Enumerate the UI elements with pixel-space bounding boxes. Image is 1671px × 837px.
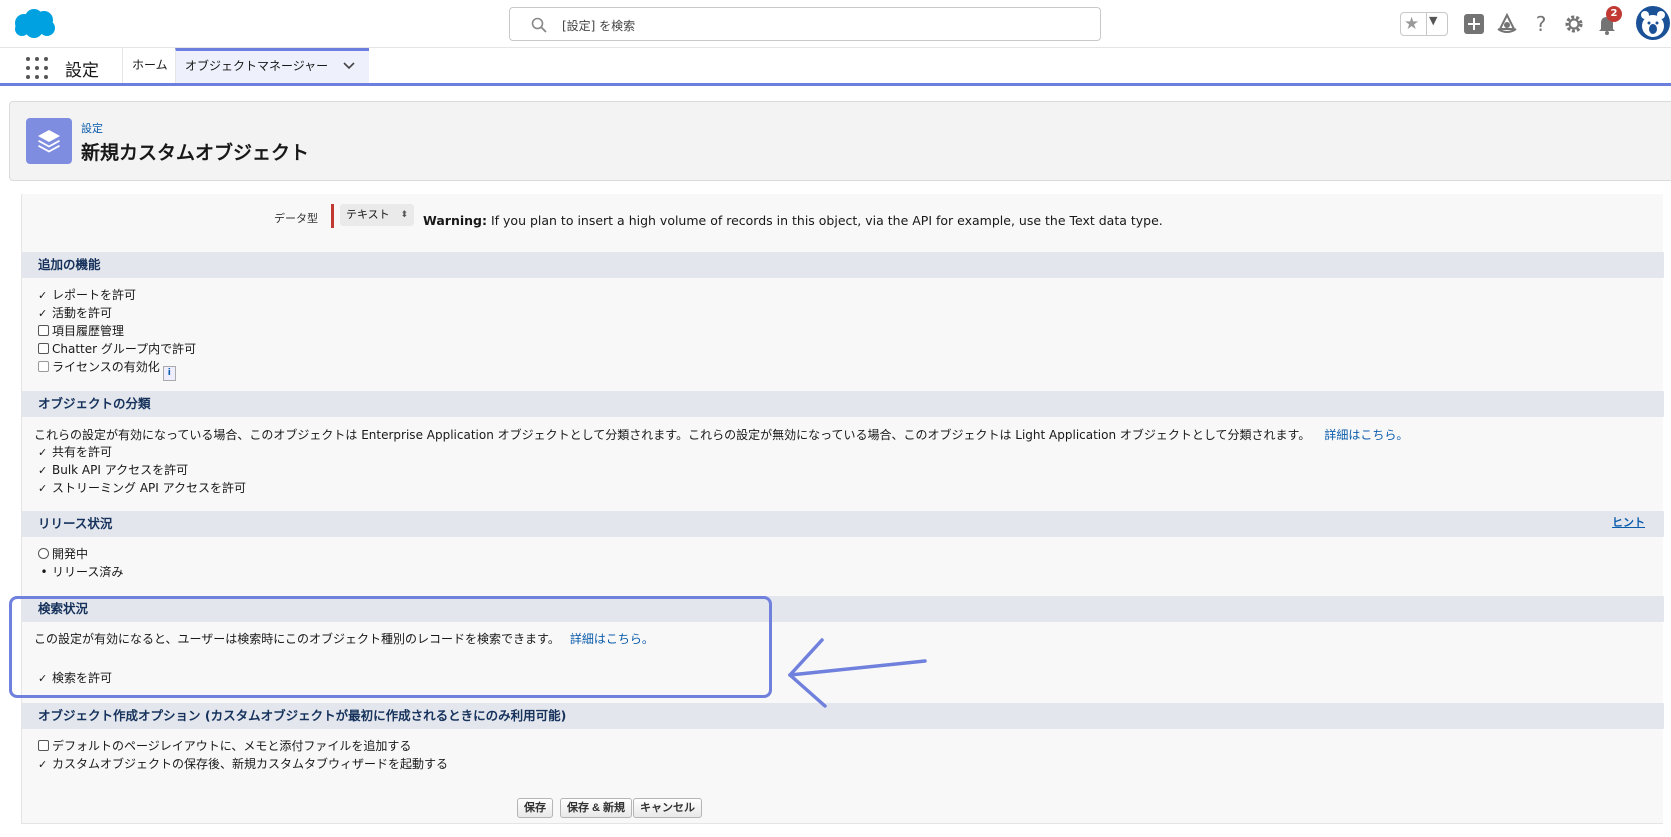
save-and-new-button[interactable]: 保存 & 新規 bbox=[560, 798, 633, 818]
datatype-warning: Warning: If you plan to insert a high vo… bbox=[423, 213, 1163, 228]
form-content: データ型 テキスト ⬍ Warning: If you plan to inse… bbox=[21, 194, 1664, 824]
checkbox-icon bbox=[38, 343, 49, 354]
favorites-button[interactable]: ★ ▼ bbox=[1400, 12, 1448, 36]
checkbox-icon bbox=[38, 361, 49, 372]
cancel-button[interactable]: キャンセル bbox=[633, 798, 702, 818]
checkbox-allow-activities[interactable]: ✓ 活動を許可 bbox=[38, 304, 112, 321]
checkbox-label: カスタムオブジェクトの保存後、新規カスタムタブウィザードを起動する bbox=[52, 757, 449, 771]
radio-selected-icon: • bbox=[40, 565, 48, 579]
checkbox-allow-sharing[interactable]: ✓ 共有を許可 bbox=[38, 443, 112, 460]
checkbox-add-notes-attachments[interactable]: デフォルトのページレイアウトに、メモと添付ファイルを追加する bbox=[38, 737, 411, 754]
checkbox-label: デフォルトのページレイアウトに、メモと添付ファイルを追加する bbox=[52, 739, 412, 753]
avatar[interactable] bbox=[1636, 6, 1670, 40]
checkbox-label: ストリーミング API アクセスを許可 bbox=[52, 481, 247, 495]
warning-label: Warning: bbox=[423, 213, 487, 228]
help-icon[interactable]: ? bbox=[1530, 13, 1552, 35]
datatype-label: データ型 bbox=[274, 212, 318, 225]
page-title: 新規カスタムオブジェクト bbox=[81, 142, 310, 164]
avatar-image bbox=[1641, 11, 1665, 37]
radio-label: 開発中 bbox=[52, 547, 89, 561]
checkbox-launch-tab-wizard[interactable]: ✓ カスタムオブジェクトの保存後、新規カスタムタブウィザードを起動する bbox=[38, 755, 448, 772]
checkbox-label: Bulk API アクセスを許可 bbox=[52, 463, 189, 477]
annotation-arrow-icon bbox=[788, 638, 927, 708]
warning-text: If you plan to insert a high volume of r… bbox=[486, 213, 1163, 228]
datatype-value: テキスト bbox=[346, 208, 390, 221]
divider bbox=[1426, 13, 1427, 35]
learn-more-link[interactable]: 詳細はこちら。 bbox=[1324, 428, 1408, 442]
hint-link[interactable]: ヒント bbox=[1612, 514, 1645, 530]
chevron-down-icon[interactable]: ▼ bbox=[1429, 14, 1437, 27]
app-nav-bar: 設定 ホーム オブジェクトマネージャー bbox=[0, 48, 1671, 86]
radio-label: リリース済み bbox=[52, 565, 124, 579]
notification-badge: 2 bbox=[1606, 6, 1622, 22]
description-text: これらの設定が有効になっている場合、このオブジェクトは Enterprise A… bbox=[34, 428, 1311, 442]
checkmark-icon: ✓ bbox=[38, 289, 48, 302]
checkmark-icon: ✓ bbox=[38, 307, 48, 320]
layers-icon bbox=[26, 118, 72, 164]
tab-home[interactable]: ホーム bbox=[122, 48, 177, 83]
header-actions: ★ ▼ ? bbox=[1400, 10, 1670, 38]
checkbox-label: レポートを許可 bbox=[52, 288, 137, 302]
checkmark-icon: ✓ bbox=[38, 758, 48, 771]
star-icon: ★ bbox=[1404, 14, 1420, 34]
info-icon[interactable]: i bbox=[162, 366, 176, 381]
section-header-optional-features: 追加の機能 bbox=[22, 252, 1664, 278]
checkbox-label: 活動を許可 bbox=[52, 306, 113, 320]
tab-label: オブジェクトマネージャー bbox=[185, 59, 329, 73]
plus-icon[interactable] bbox=[1463, 13, 1485, 35]
global-header: [設定] を検索 ★ ▼ ? 2 bbox=[0, 0, 1671, 48]
search-icon bbox=[531, 17, 547, 33]
radio-deployed[interactable]: • リリース済み bbox=[38, 563, 123, 580]
checkbox-label: Chatter グループ内で許可 bbox=[52, 342, 197, 356]
app-name: 設定 bbox=[65, 61, 99, 81]
checkbox-label: 共有を許可 bbox=[52, 445, 113, 459]
datatype-select[interactable]: テキスト ⬍ bbox=[340, 204, 414, 226]
gear-icon[interactable] bbox=[1563, 13, 1585, 35]
checkbox-icon bbox=[38, 740, 49, 751]
checkmark-icon: ✓ bbox=[38, 464, 48, 477]
checkbox-label: 項目履歴管理 bbox=[52, 324, 125, 338]
tab-label: ホーム bbox=[132, 58, 168, 72]
global-search-input[interactable]: [設定] を検索 bbox=[509, 7, 1101, 41]
radio-icon bbox=[38, 548, 49, 559]
page-header: 設定 新規カスタムオブジェクト bbox=[9, 101, 1671, 181]
checkbox-icon bbox=[38, 325, 49, 336]
checkmark-icon: ✓ bbox=[38, 446, 48, 459]
updown-icon: ⬍ bbox=[400, 210, 408, 220]
annotation-highlight-box bbox=[9, 596, 772, 698]
checkmark-icon: ✓ bbox=[38, 482, 48, 495]
trailhead-icon[interactable] bbox=[1496, 13, 1518, 35]
checkbox-allow-streaming-api[interactable]: ✓ ストリーミング API アクセスを許可 bbox=[38, 479, 246, 496]
checkbox-enable-licensing[interactable]: ライセンスの有効化 i bbox=[38, 358, 176, 381]
save-button[interactable]: 保存 bbox=[517, 798, 553, 818]
section-header-classification: オブジェクトの分類 bbox=[22, 391, 1664, 417]
checkbox-label: ライセンスの有効化 bbox=[52, 360, 160, 374]
svg-text:?: ? bbox=[1536, 13, 1547, 35]
section-header-deployment: リリース状況 bbox=[22, 511, 1664, 537]
salesforce-cloud-logo[interactable] bbox=[12, 8, 57, 40]
checkbox-allow-reports[interactable]: ✓ レポートを許可 bbox=[38, 286, 136, 303]
tab-object-manager[interactable]: オブジェクトマネージャー bbox=[175, 48, 369, 83]
checkbox-allow-bulk-api[interactable]: ✓ Bulk API アクセスを許可 bbox=[38, 461, 188, 478]
breadcrumb[interactable]: 設定 bbox=[81, 120, 103, 136]
checkbox-chatter-groups[interactable]: Chatter グループ内で許可 bbox=[38, 340, 196, 357]
radio-in-development[interactable]: 開発中 bbox=[38, 545, 88, 562]
search-placeholder: [設定] を検索 bbox=[562, 19, 636, 33]
required-indicator bbox=[331, 204, 334, 228]
chevron-down-icon[interactable] bbox=[343, 62, 355, 70]
app-launcher-icon[interactable] bbox=[26, 57, 48, 79]
classification-description: これらの設定が有効になっている場合、このオブジェクトは Enterprise A… bbox=[34, 426, 1408, 443]
checkbox-field-history[interactable]: 項目履歴管理 bbox=[38, 322, 124, 339]
